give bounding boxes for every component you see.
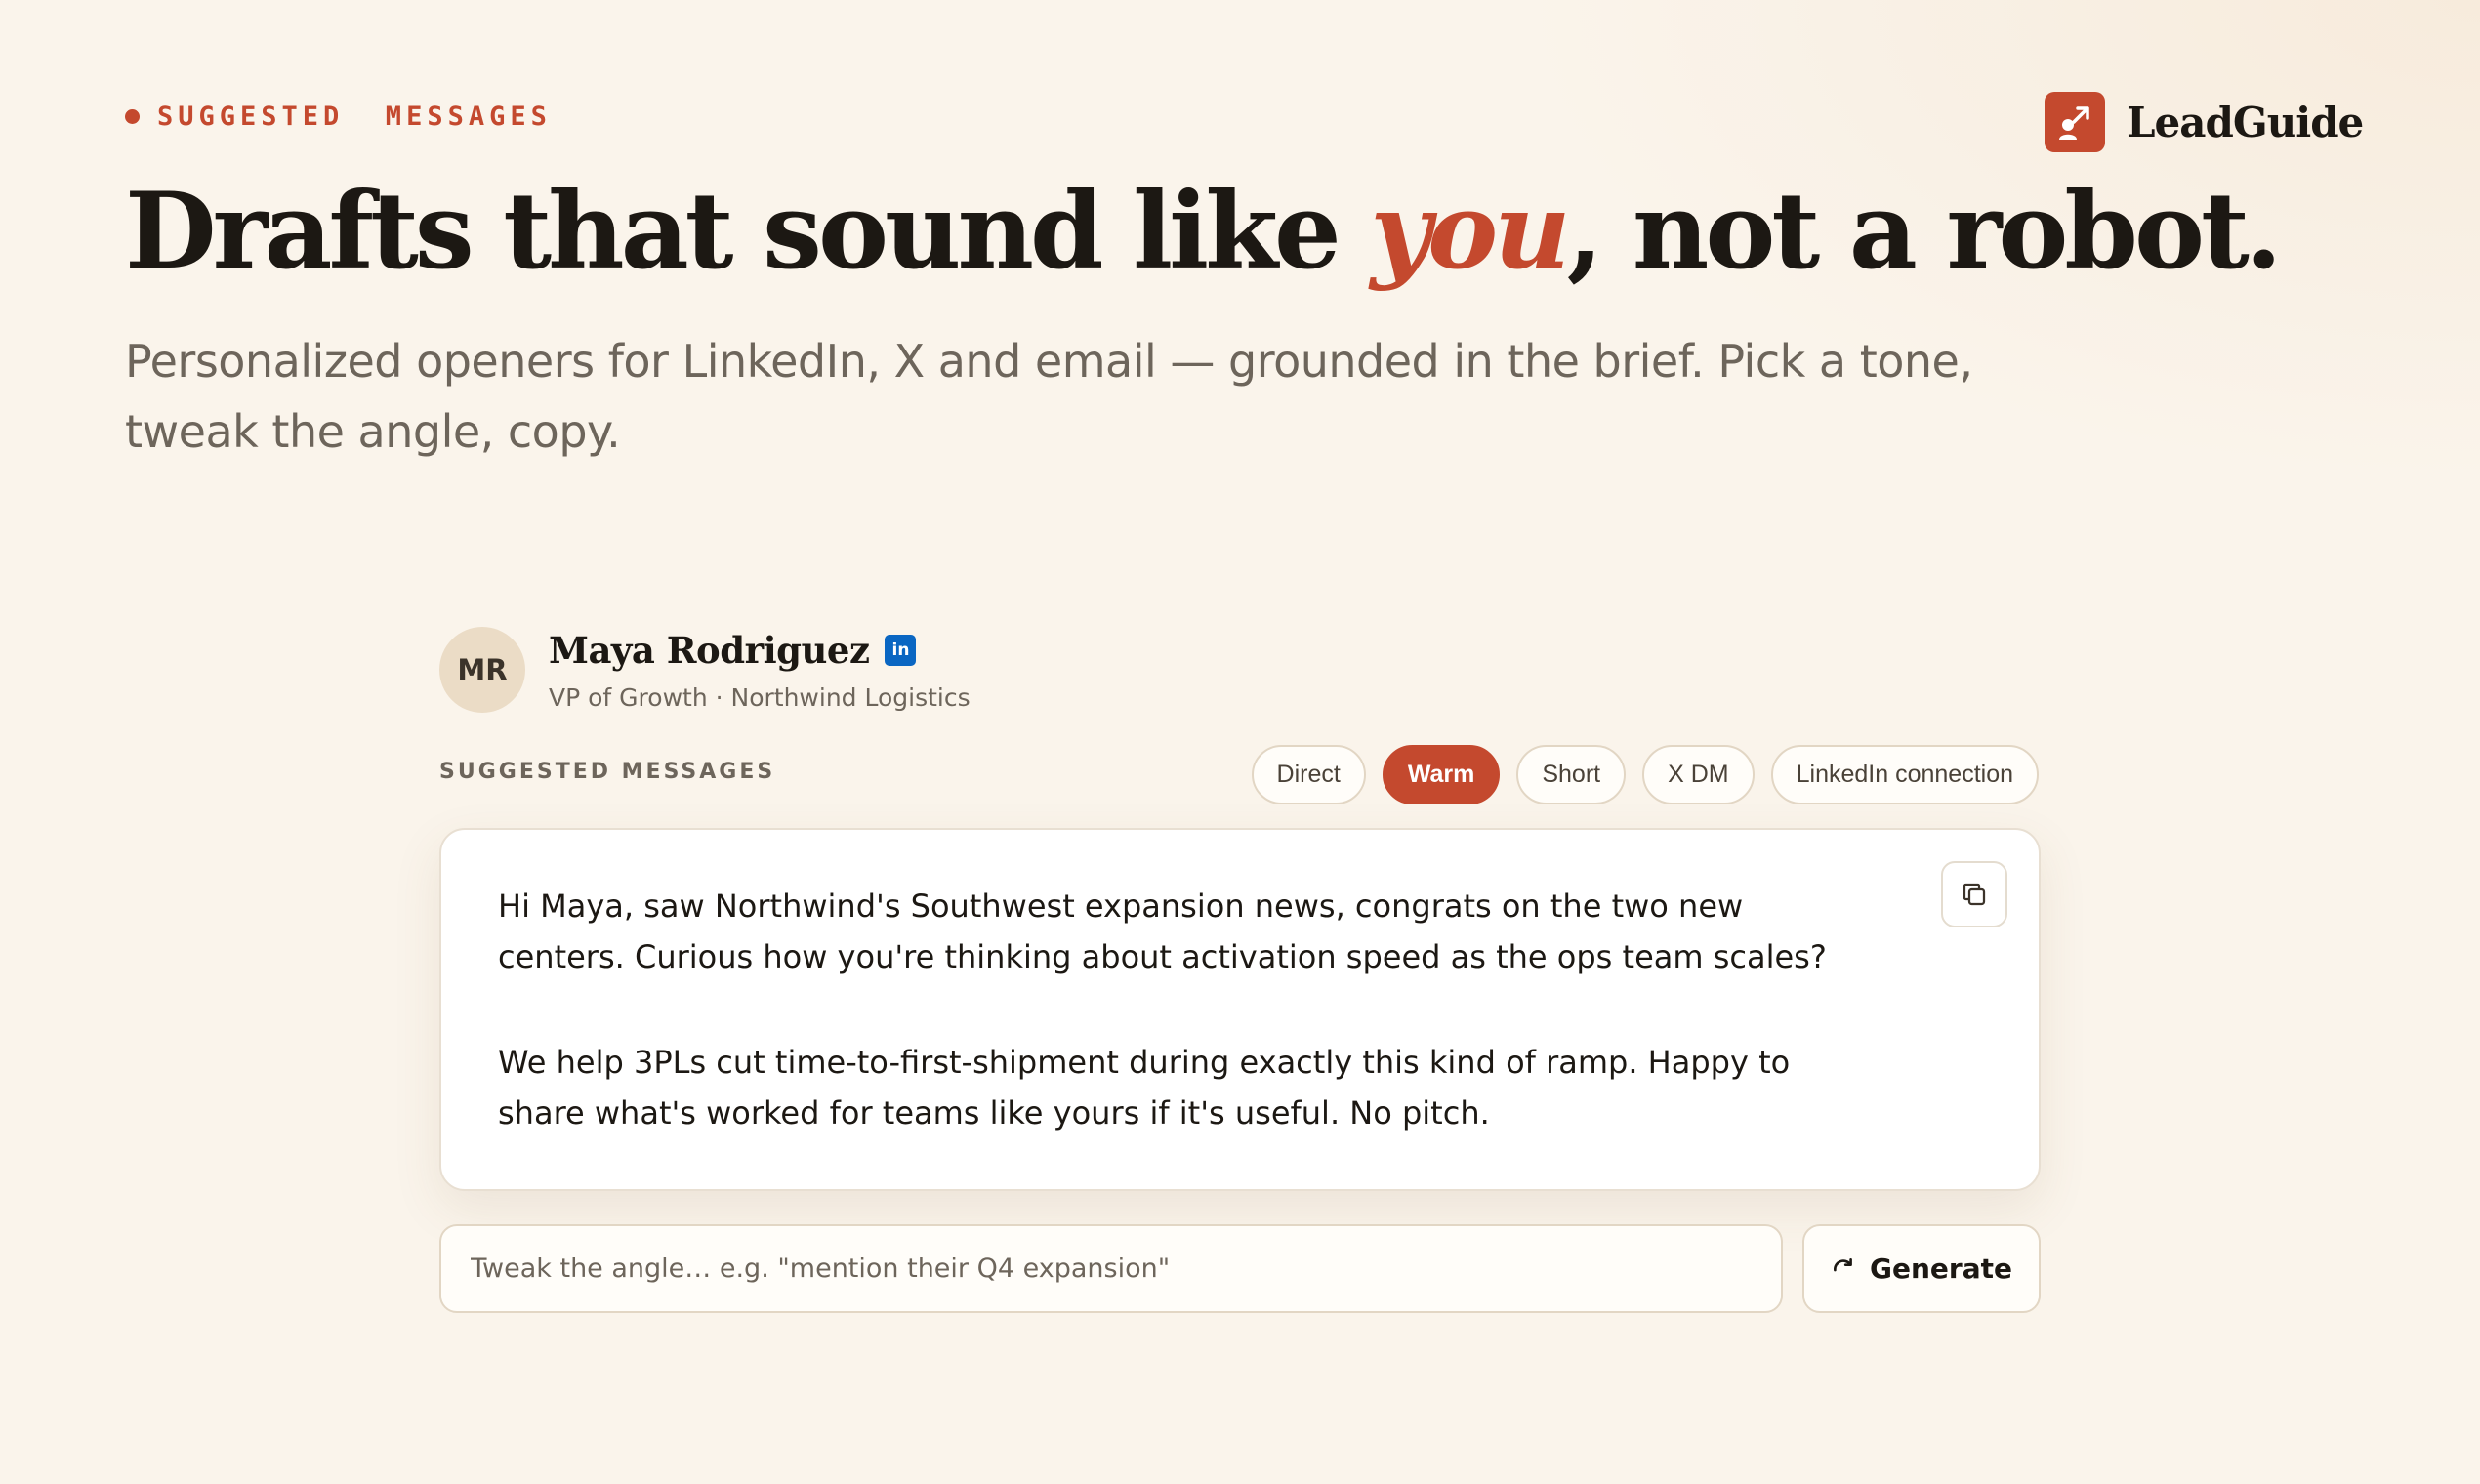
lead-profile: MR Maya Rodriguez in VP of Growth · Nort…	[439, 627, 971, 713]
avatar: MR	[439, 627, 525, 713]
brand-name: LeadGuide	[2127, 98, 2364, 146]
headline-accent: you	[1370, 170, 1570, 293]
profile-name-row: Maya Rodriguez in	[549, 629, 971, 672]
brand-logo[interactable]: LeadGuide	[2045, 92, 2364, 152]
tone-selector: Direct Warm Short X DM LinkedIn connecti…	[1251, 745, 2039, 804]
profile-details: Maya Rodriguez in VP of Growth · Northwi…	[549, 629, 971, 712]
headline-pre: Drafts that sound like	[125, 170, 1371, 293]
generate-button[interactable]: Generate	[1802, 1224, 2041, 1313]
message-draft-card: Hi Maya, saw Northwind's Southwest expan…	[439, 828, 2041, 1191]
headline-post: , not a robot.	[1566, 170, 2283, 293]
refresh-icon	[1831, 1257, 1870, 1282]
tone-chip-linkedin-connection[interactable]: LinkedIn connection	[1770, 745, 2039, 804]
eyebrow: SUGGESTED MESSAGES	[125, 102, 552, 132]
tone-chip-warm[interactable]: Warm	[1382, 745, 1501, 804]
arrow-up-right-person-icon	[2045, 92, 2105, 152]
section-label: SUGGESTED MESSAGES	[439, 760, 776, 784]
tone-chip-x-dm[interactable]: X DM	[1642, 745, 1755, 804]
linkedin-icon[interactable]: in	[885, 634, 917, 666]
eyebrow-label: SUGGESTED MESSAGES	[157, 102, 552, 132]
copy-icon	[1960, 880, 1989, 909]
message-paragraph: Hi Maya, saw Northwind's Southwest expan…	[498, 887, 1827, 975]
tone-chip-short[interactable]: Short	[1516, 745, 1627, 804]
tone-chip-direct[interactable]: Direct	[1251, 745, 1366, 804]
copy-button[interactable]	[1941, 861, 2007, 928]
tweak-angle-input[interactable]	[439, 1224, 1783, 1313]
generate-label: Generate	[1870, 1253, 2012, 1285]
eyebrow-dot	[125, 109, 140, 124]
page-headline: Drafts that sound like you, not a robot.	[125, 168, 2283, 295]
profile-title: VP of Growth · Northwind Logistics	[549, 682, 971, 712]
profile-name: Maya Rodriguez	[549, 628, 870, 672]
message-paragraph: We help 3PLs cut time-to-first-shipment …	[498, 1044, 1791, 1132]
message-draft-text[interactable]: Hi Maya, saw Northwind's Southwest expan…	[498, 881, 1865, 1138]
page-subhead: Personalized openers for LinkedIn, X and…	[125, 335, 1973, 458]
